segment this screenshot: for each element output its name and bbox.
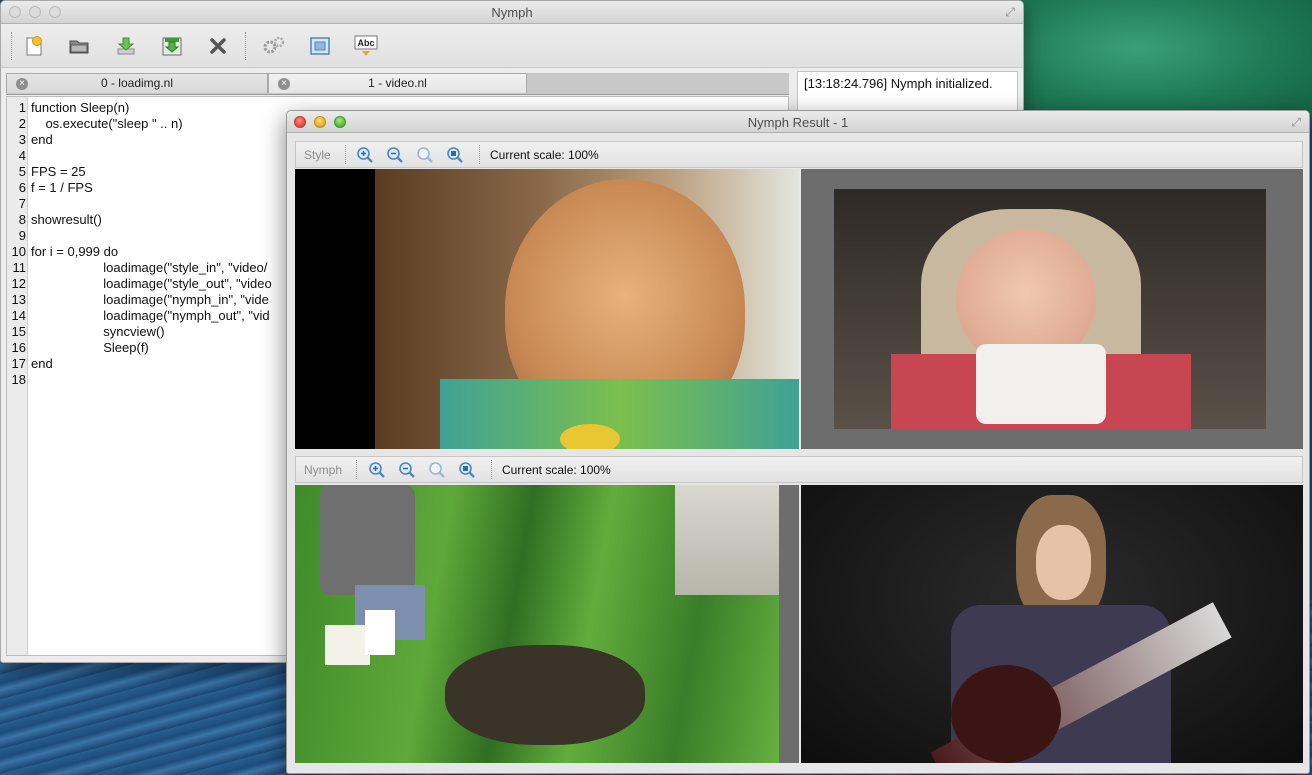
tab-video[interactable]: × 1 - video.nl bbox=[268, 73, 527, 93]
code-text: loadimage("style_in", "video/ bbox=[31, 260, 268, 275]
open-file-button[interactable] bbox=[66, 33, 92, 59]
code-text: os.execute("sleep " .. n) bbox=[31, 116, 183, 131]
code-text: loadimage("nymph_out", "vid bbox=[31, 308, 270, 323]
panel-label: Nymph bbox=[304, 463, 343, 477]
desktop-wallpaper-green bbox=[1020, 0, 1312, 120]
tab-label: 1 - video.nl bbox=[368, 76, 427, 90]
line-number: 9 bbox=[18, 228, 26, 243]
zoom-out-button[interactable] bbox=[386, 146, 404, 164]
toolbar-separator bbox=[479, 145, 480, 164]
code-text: showresult() bbox=[31, 212, 102, 227]
zoom-in-icon bbox=[357, 147, 373, 163]
line-number: 14 bbox=[11, 308, 26, 323]
fullscreen-icon[interactable]: ⤢ bbox=[1003, 5, 1017, 19]
zoom-fit-icon bbox=[417, 147, 433, 163]
toolbar: Abc bbox=[1, 24, 1023, 68]
zoom-in-icon bbox=[369, 462, 385, 478]
nymph-output-image bbox=[801, 485, 1303, 763]
close-tab-icon[interactable]: × bbox=[278, 78, 290, 90]
code-text: loadimage("style_out", "video bbox=[31, 276, 272, 291]
panel-label: Style bbox=[304, 148, 331, 162]
toolbar-separator bbox=[345, 145, 346, 164]
style-panel-toolbar: Style Current scale: 100% bbox=[295, 141, 1303, 168]
current-scale-label: Current scale: 100% bbox=[490, 148, 599, 162]
line-number: 11 bbox=[12, 260, 27, 275]
line-number: 1 bbox=[18, 100, 26, 115]
line-number: 3 bbox=[18, 132, 26, 147]
toolbar-separator bbox=[245, 32, 246, 60]
line-number: 4 bbox=[18, 148, 26, 163]
open-folder-icon bbox=[69, 40, 89, 54]
fullscreen-icon[interactable]: ⤢ bbox=[1289, 115, 1303, 129]
line-number: 17 bbox=[11, 356, 26, 371]
spellcheck-button[interactable]: Abc bbox=[353, 33, 379, 59]
window-title: Nymph bbox=[491, 5, 533, 20]
spellcheck-icon: Abc bbox=[354, 35, 378, 56]
zoom-fit-button[interactable] bbox=[416, 146, 434, 164]
line-number: 15 bbox=[11, 324, 26, 339]
svg-text:Abc: Abc bbox=[357, 38, 374, 48]
nymph-input-image bbox=[295, 485, 799, 763]
save-button[interactable] bbox=[159, 33, 185, 59]
frame-view-icon bbox=[310, 37, 330, 55]
settings-button[interactable] bbox=[261, 33, 287, 59]
settings-icon bbox=[263, 36, 285, 54]
line-number: 6 bbox=[18, 180, 26, 195]
zoom-out-button[interactable] bbox=[398, 461, 416, 479]
new-file-icon bbox=[26, 36, 42, 56]
tab-bar: × 0 - loadimg.nl × 1 - video.nl bbox=[6, 73, 789, 95]
window-title: Nymph Result - 1 bbox=[747, 115, 849, 130]
nymph-panel-toolbar: Nymph Current scale: 100% bbox=[295, 456, 1303, 483]
toolbar-separator bbox=[491, 460, 492, 479]
zoom-out-icon bbox=[399, 462, 415, 478]
zoom-actual-button[interactable] bbox=[458, 461, 476, 479]
line-number: 5 bbox=[18, 164, 26, 179]
code-text: f = 1 / FPS bbox=[31, 180, 93, 195]
zoom-in-button[interactable] bbox=[356, 146, 374, 164]
line-number: 18 bbox=[11, 372, 26, 387]
download-button[interactable] bbox=[113, 33, 139, 59]
line-number: 10 bbox=[11, 244, 26, 259]
save-download-icon bbox=[162, 37, 182, 56]
code-text: end bbox=[31, 356, 53, 371]
line-number: 2 bbox=[18, 116, 26, 131]
code-text: Sleep(f) bbox=[31, 340, 149, 355]
main-titlebar[interactable]: Nymph ⤢ bbox=[1, 1, 1023, 24]
code-text: syncview() bbox=[31, 324, 165, 339]
line-number: 12 bbox=[11, 276, 26, 291]
tab-loadimg[interactable]: × 0 - loadimg.nl bbox=[6, 73, 268, 93]
code-text: loadimage("nymph_in", "vide bbox=[31, 292, 269, 307]
close-x-icon bbox=[210, 38, 226, 54]
zoom-out-icon bbox=[387, 147, 403, 163]
current-scale-label: Current scale: 100% bbox=[502, 463, 611, 477]
code-text: function Sleep(n) bbox=[31, 100, 130, 115]
result-window: Nymph Result - 1 ⤢ Style Current scale: … bbox=[286, 110, 1310, 774]
zoom-actual-icon bbox=[447, 147, 463, 163]
line-number: 13 bbox=[11, 292, 26, 307]
log-message: [13:18:24.796] Nymph initialized. bbox=[804, 76, 993, 91]
zoom-in-button[interactable] bbox=[368, 461, 386, 479]
style-output-image bbox=[801, 169, 1303, 449]
line-number: 7 bbox=[18, 196, 26, 211]
frame-view-button[interactable] bbox=[307, 33, 333, 59]
code-text: for i = 0,999 do bbox=[31, 244, 119, 259]
style-input-image bbox=[295, 169, 799, 449]
tab-label: 0 - loadimg.nl bbox=[100, 76, 174, 90]
download-icon bbox=[117, 37, 135, 55]
close-file-button[interactable] bbox=[205, 33, 231, 59]
toolbar-separator bbox=[356, 460, 357, 479]
line-number: 8 bbox=[18, 212, 26, 227]
zoom-fit-icon bbox=[429, 462, 445, 478]
line-number: 16 bbox=[11, 340, 26, 355]
zoom-actual-icon bbox=[459, 462, 475, 478]
zoom-actual-button[interactable] bbox=[446, 146, 464, 164]
result-titlebar[interactable]: Nymph Result - 1 ⤢ bbox=[287, 111, 1309, 133]
close-tab-icon[interactable]: × bbox=[16, 78, 28, 90]
new-file-button[interactable] bbox=[21, 33, 47, 59]
zoom-fit-button[interactable] bbox=[428, 461, 446, 479]
toolbar-separator bbox=[11, 32, 12, 60]
code-text: FPS = 25 bbox=[31, 164, 86, 179]
code-text: end bbox=[31, 132, 53, 147]
